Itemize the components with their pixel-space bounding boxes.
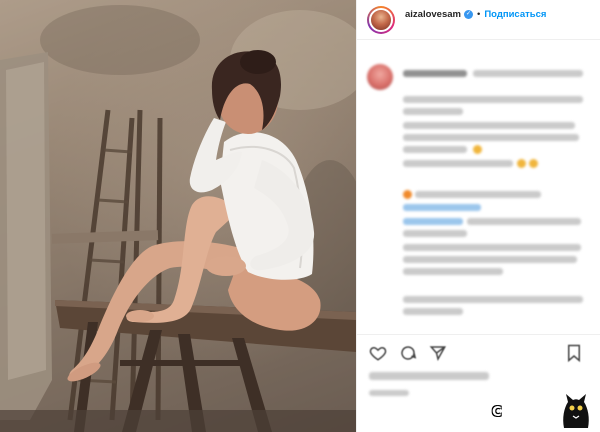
caption-line [403,244,581,251]
header-row: aizalovesam ✓ • Подписаться [405,9,546,20]
bookmark-icon[interactable] [563,342,585,364]
emoji-blur [403,190,412,199]
avatar-image [369,7,393,32]
verified-badge-icon: ✓ [463,9,473,19]
post-time-blur [369,390,409,396]
likes-count-blur [369,372,489,380]
caption-line [403,160,513,167]
heart-icon[interactable] [367,342,389,364]
caption-line [403,218,463,225]
post-header: aizalovesam ✓ • Подписаться [357,0,600,40]
watermark-text: С [492,404,503,420]
caption-line [467,218,581,225]
caption-line [403,256,577,263]
caption-line [403,108,463,115]
caption-line [403,268,503,275]
emoji-blur [529,159,538,168]
caption-line [403,134,579,141]
comment-icon[interactable] [397,342,419,364]
caption-line [403,146,467,153]
action-bar [357,334,600,370]
cat-logo-icon [563,394,589,428]
username-link[interactable]: aizalovesam [405,9,461,20]
separator-dot: • [476,8,481,20]
caption-line [403,308,463,315]
caption-avatar [367,64,393,90]
author-avatar[interactable] [367,5,395,34]
caption-line [403,96,583,103]
caption-area [357,52,600,334]
caption-line [415,191,541,198]
location-blurred [405,22,546,31]
post-sidebar: aizalovesam ✓ • Подписаться [356,0,600,432]
share-icon[interactable] [427,342,449,364]
caption-line [473,70,583,77]
header-text: aizalovesam ✓ • Подписаться [405,9,546,31]
emoji-blur [473,145,482,154]
emoji-blur [517,159,526,168]
follow-button[interactable]: Подписаться [484,9,546,20]
caption-username-blur [403,70,467,77]
site-watermark: С [492,392,600,432]
caption-line [403,122,575,129]
post-photo[interactable] [0,0,356,432]
caption-line [403,296,583,303]
photo-illustration [0,0,356,432]
caption-line [403,230,467,237]
caption-line [403,204,481,211]
